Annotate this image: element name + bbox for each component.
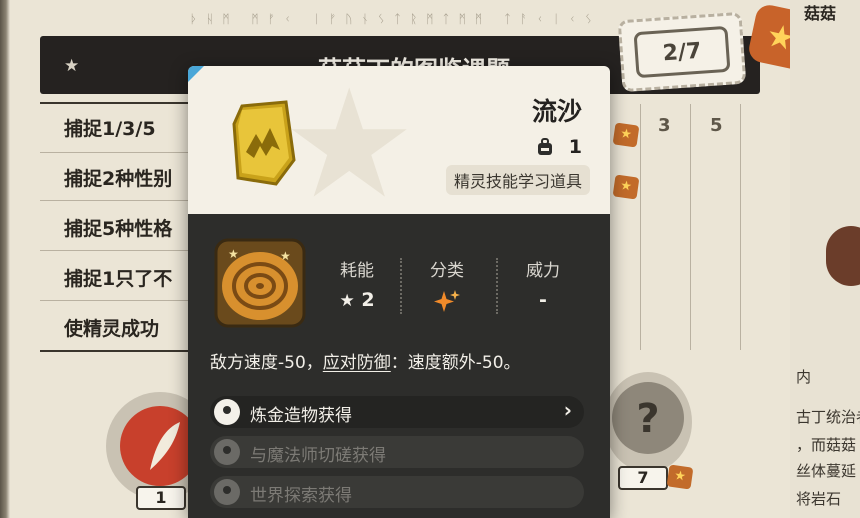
task-row-label[interactable]: 捕捉2种性别 (64, 164, 172, 191)
lore-text: 古丁统治者 (796, 408, 860, 426)
progress-card: 2/7 (617, 11, 747, 93)
bag-count-group: 1 (535, 136, 582, 158)
stat-value: - (539, 289, 547, 311)
source-duel-button[interactable]: 与魔法师切磋获得 (210, 436, 584, 468)
table-column-line (690, 104, 691, 350)
medal-unknown-icon[interactable]: ? (604, 372, 692, 472)
stat-label: 耗能 (340, 261, 374, 281)
source-explore-button[interactable]: 世界探索获得 (210, 476, 584, 508)
star-icon: ★ (64, 56, 80, 76)
creature-avatar (826, 226, 860, 286)
star-badge-icon: ★ (612, 174, 640, 200)
progress-counter: 2/7 (633, 25, 731, 79)
sparkle-icon (434, 290, 460, 312)
stat-value: 2 (361, 289, 375, 311)
stat-value-group: ★ 2 (314, 289, 400, 315)
item-header: ★ 流沙 1 精灵技能学习道具 (188, 66, 610, 220)
task-row-label[interactable]: 捕捉5种性格 (64, 214, 172, 241)
rune-strip: ᚦᚺᛗ ᛗᚠᚲ ᛁᚠᚢᚾᛊᛏᚱᛗᛏᛗᛗ ᛏᚨᚲᛁᚲᛊ (190, 12, 602, 26)
stat-label: 分类 (430, 261, 464, 281)
description-text: ：速度额外-50。 (390, 353, 521, 373)
lore-text: ，而菇菇 (796, 436, 857, 454)
item-name: 流沙 (531, 97, 582, 126)
star-watermark-icon: ★ (282, 66, 417, 232)
description-text: 敌方速度-50， (210, 353, 323, 373)
table-column-line (740, 104, 741, 350)
column-number: 3 (658, 115, 671, 136)
stat-divider (400, 258, 402, 314)
chevron-right-icon: › (563, 398, 572, 422)
source-alchemy-button[interactable]: 炼金造物获得 › (210, 396, 584, 428)
rarity-corner (188, 66, 204, 82)
stat-label: 威力 (526, 261, 560, 281)
star-badge-icon: ★ (612, 122, 640, 148)
stat-divider (496, 258, 498, 314)
svg-text:★: ★ (228, 247, 239, 261)
star-icon: ★ (339, 291, 355, 311)
lore-text: 将岩石 (796, 490, 842, 508)
stat-value-group (404, 289, 490, 315)
lore-text: 丝体蔓延 (796, 462, 857, 480)
location-pin-icon (214, 439, 240, 465)
item-stone-icon (232, 100, 296, 186)
location-pin-icon (214, 479, 240, 505)
item-detail-popup[interactable]: ★ 流沙 1 精灵技能学习道具 ★ ★ 耗能 ★ 2 分类 威力 - 敌方速度-… (188, 66, 610, 518)
star-badge-icon: ★ (666, 464, 694, 490)
location-pin-icon (214, 399, 240, 425)
table-column-line (640, 104, 641, 350)
bag-count: 1 (568, 136, 582, 158)
task-row-label[interactable]: 使精灵成功 (64, 314, 159, 341)
column-number: 5 (710, 115, 723, 136)
keyword-link[interactable]: 应对防御 (323, 353, 391, 373)
source-label: 炼金造物获得 (250, 406, 352, 426)
backpack-icon (537, 138, 552, 155)
svg-text:?: ? (636, 396, 659, 442)
svg-text:★: ★ (280, 249, 291, 263)
medal-count: 1 (136, 486, 186, 510)
quicksand-skill-icon: ★ ★ (214, 238, 306, 328)
stat-category: 分类 (404, 256, 490, 315)
medal-count: 7 (618, 466, 668, 490)
lore-text: 内 (796, 368, 812, 386)
task-row-label[interactable]: 捕捉1/3/5 (64, 114, 156, 141)
corner-tag: 菇菇 (804, 4, 837, 23)
task-row-label[interactable]: 捕捉1只了不 (64, 264, 172, 291)
skill-description: 敌方速度-50，应对防御：速度额外-50。 (210, 348, 590, 373)
stat-power: 威力 - (500, 256, 586, 315)
item-type-tag: 精灵技能学习道具 (445, 165, 590, 195)
source-label: 世界探索获得 (250, 486, 352, 506)
source-label: 与魔法师切磋获得 (250, 446, 386, 466)
stat-energy: 耗能 ★ 2 (314, 256, 400, 315)
